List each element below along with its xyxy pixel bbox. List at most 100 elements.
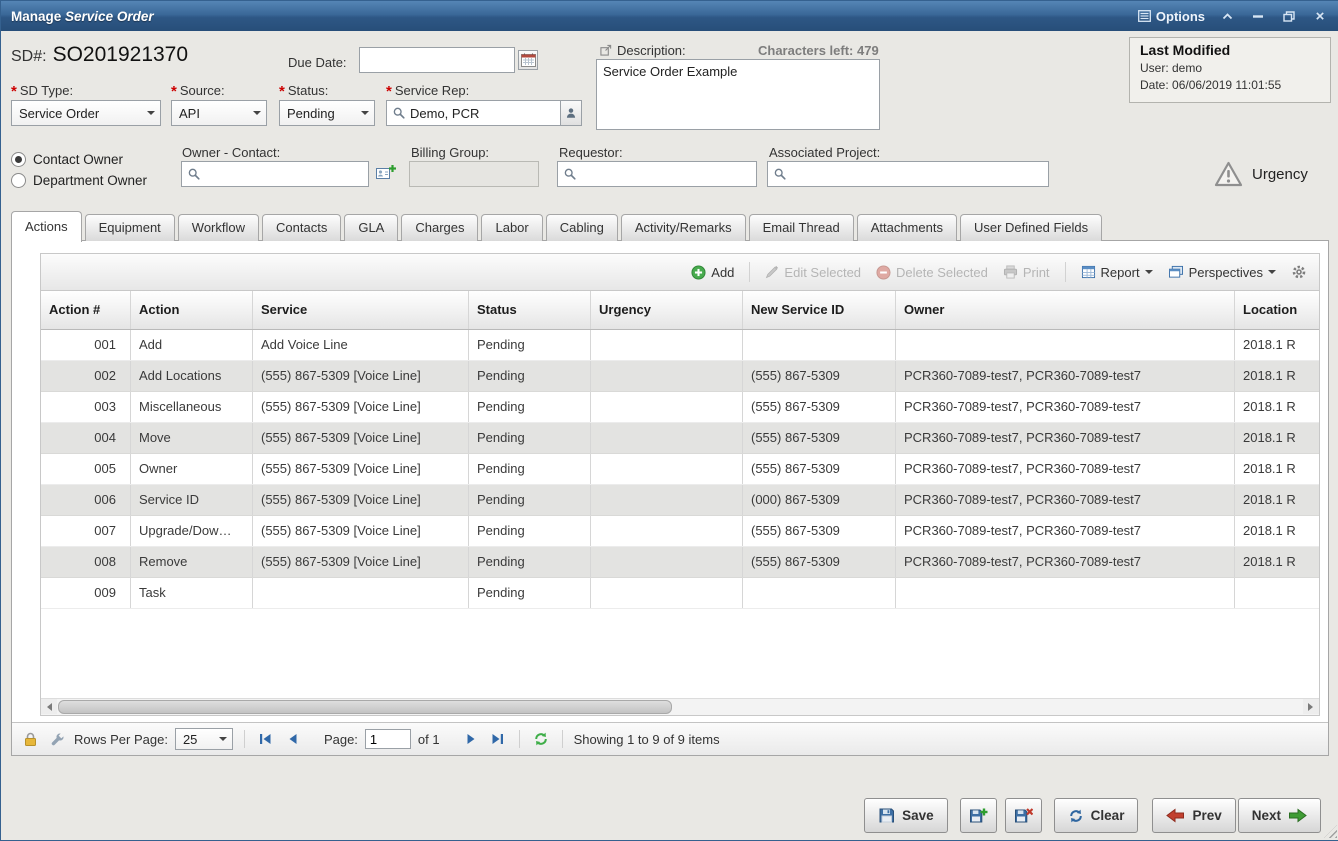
close-button[interactable]: × <box>1311 7 1329 25</box>
prev-page-button[interactable] <box>283 729 303 749</box>
clear-button[interactable]: Clear <box>1054 798 1139 833</box>
add-icon <box>691 265 706 280</box>
grid-cell <box>896 578 1235 608</box>
table-row[interactable]: 008Remove(555) 867-5309 [Voice Line]Pend… <box>41 547 1320 578</box>
service-rep-input[interactable]: Demo, PCR <box>386 100 582 126</box>
report-dropdown-button[interactable]: Report <box>1081 265 1153 280</box>
column-header-status[interactable]: Status <box>469 291 591 329</box>
table-row[interactable]: 001AddAdd Voice LinePending2018.1 R <box>41 330 1320 361</box>
table-row[interactable]: 009TaskPending <box>41 578 1320 609</box>
grid-cell: 008 <box>41 547 131 577</box>
restore-button[interactable] <box>1280 7 1298 25</box>
service-rep-picker-button[interactable] <box>560 101 581 125</box>
tab-labor[interactable]: Labor <box>481 214 542 241</box>
add-label: Add <box>711 265 734 280</box>
table-row[interactable]: 004Move(555) 867-5309 [Voice Line]Pendin… <box>41 423 1320 454</box>
due-date-input[interactable] <box>359 47 515 73</box>
edit-selected-label: Edit Selected <box>784 265 861 280</box>
last-page-button[interactable] <box>488 729 508 749</box>
contact-owner-radio[interactable]: Contact Owner <box>11 152 123 167</box>
column-header-urgency[interactable]: Urgency <box>591 291 743 329</box>
grid-tools-button[interactable] <box>47 729 67 749</box>
owner-contact-input[interactable] <box>181 161 369 187</box>
collapse-button[interactable] <box>1218 7 1236 25</box>
column-header-action[interactable]: Action # <box>41 291 131 329</box>
search-icon <box>188 168 200 180</box>
table-row[interactable]: 006Service ID(555) 867-5309 [Voice Line]… <box>41 485 1320 516</box>
lock-columns-button[interactable] <box>20 729 40 749</box>
minimize-button[interactable] <box>1249 7 1267 25</box>
tab-cabling[interactable]: Cabling <box>546 214 618 241</box>
column-header-new-service-id[interactable]: New Service ID <box>743 291 896 329</box>
status-select[interactable]: Pending <box>279 100 375 126</box>
prev-button[interactable]: Prev <box>1152 798 1235 833</box>
scroll-left-button[interactable] <box>41 699 57 714</box>
save-button[interactable]: Save <box>864 798 948 833</box>
grid-cell: (555) 867-5309 [Voice Line] <box>253 547 469 577</box>
scroll-right-button[interactable] <box>1303 699 1319 714</box>
window-controls: Options × <box>1138 7 1329 25</box>
collapse-icon <box>1222 13 1233 20</box>
source-select[interactable]: API <box>171 100 267 126</box>
resize-grip[interactable] <box>1324 825 1337 838</box>
department-owner-radio[interactable]: Department Owner <box>11 173 147 188</box>
save-new-button[interactable] <box>960 798 997 833</box>
table-row[interactable]: 005Owner(555) 867-5309 [Voice Line]Pendi… <box>41 454 1320 485</box>
sd-type-value: Service Order <box>19 106 99 121</box>
page-input[interactable] <box>365 729 411 749</box>
refresh-button[interactable] <box>531 729 551 749</box>
tab-email-thread[interactable]: Email Thread <box>749 214 854 241</box>
tab-activity-remarks[interactable]: Activity/Remarks <box>621 214 746 241</box>
print-button[interactable]: Print <box>1003 265 1050 280</box>
column-header-owner[interactable]: Owner <box>896 291 1235 329</box>
delete-icon <box>876 265 891 280</box>
grid-cell: 2018.1 R <box>1235 361 1320 391</box>
perspectives-dropdown-button[interactable]: Perspectives <box>1168 265 1276 280</box>
add-button[interactable]: Add <box>691 265 734 280</box>
contact-add-button[interactable] <box>375 163 397 188</box>
required-icon: * <box>386 83 392 100</box>
associated-project-input[interactable] <box>767 161 1049 187</box>
due-date-label: Due Date: <box>288 55 347 70</box>
table-row[interactable]: 003Miscellaneous(555) 867-5309 [Voice Li… <box>41 392 1320 423</box>
grid-cell: 004 <box>41 423 131 453</box>
edit-selected-button[interactable]: Edit Selected <box>765 265 861 280</box>
actions-tab-panel: Add Edit Selected Delete Selected Print <box>11 240 1329 756</box>
next-button[interactable]: Next <box>1238 798 1321 833</box>
options-button[interactable]: Options <box>1138 9 1205 24</box>
scrollbar-track[interactable] <box>57 699 1303 715</box>
column-header-service[interactable]: Service <box>253 291 469 329</box>
due-date-field[interactable] <box>366 52 508 69</box>
delete-selected-button[interactable]: Delete Selected <box>876 265 988 280</box>
calendar-button[interactable] <box>518 50 538 70</box>
tab-contacts[interactable]: Contacts <box>262 214 341 241</box>
grid-cell: Pending <box>469 547 591 577</box>
rows-per-page-select[interactable]: 25 <box>175 728 233 750</box>
toolbar-separator <box>749 262 750 282</box>
table-row[interactable]: 007Upgrade/Dow…(555) 867-5309 [Voice Lin… <box>41 516 1320 547</box>
tab-user-defined-fields[interactable]: User Defined Fields <box>960 214 1102 241</box>
tab-gla[interactable]: GLA <box>344 214 398 241</box>
tab-actions[interactable]: Actions <box>11 211 82 242</box>
tab-charges[interactable]: Charges <box>401 214 478 241</box>
first-page-button[interactable] <box>256 729 276 749</box>
description-textarea[interactable]: Service Order Example <box>596 59 880 130</box>
grid-cell: PCR360-7089-test7, PCR360-7089-test7 <box>896 423 1235 453</box>
column-header-action[interactable]: Action <box>131 291 253 329</box>
table-row[interactable]: 002Add Locations(555) 867-5309 [Voice Li… <box>41 361 1320 392</box>
scrollbar-thumb[interactable] <box>58 700 672 714</box>
grid-cell <box>591 485 743 515</box>
grid-settings-button[interactable] <box>1291 264 1307 280</box>
column-header-location[interactable]: Location <box>1235 291 1320 329</box>
grid-cell: Remove <box>131 547 253 577</box>
required-icon: * <box>279 83 285 100</box>
tab-workflow[interactable]: Workflow <box>178 214 259 241</box>
tab-equipment[interactable]: Equipment <box>85 214 175 241</box>
tab-attachments[interactable]: Attachments <box>857 214 957 241</box>
requestor-input[interactable] <box>557 161 757 187</box>
sd-type-select[interactable]: Service Order <box>11 100 161 126</box>
next-page-button[interactable] <box>461 729 481 749</box>
save-close-button[interactable] <box>1005 798 1042 833</box>
grid-cell: Owner <box>131 454 253 484</box>
horizontal-scrollbar[interactable] <box>41 698 1319 715</box>
